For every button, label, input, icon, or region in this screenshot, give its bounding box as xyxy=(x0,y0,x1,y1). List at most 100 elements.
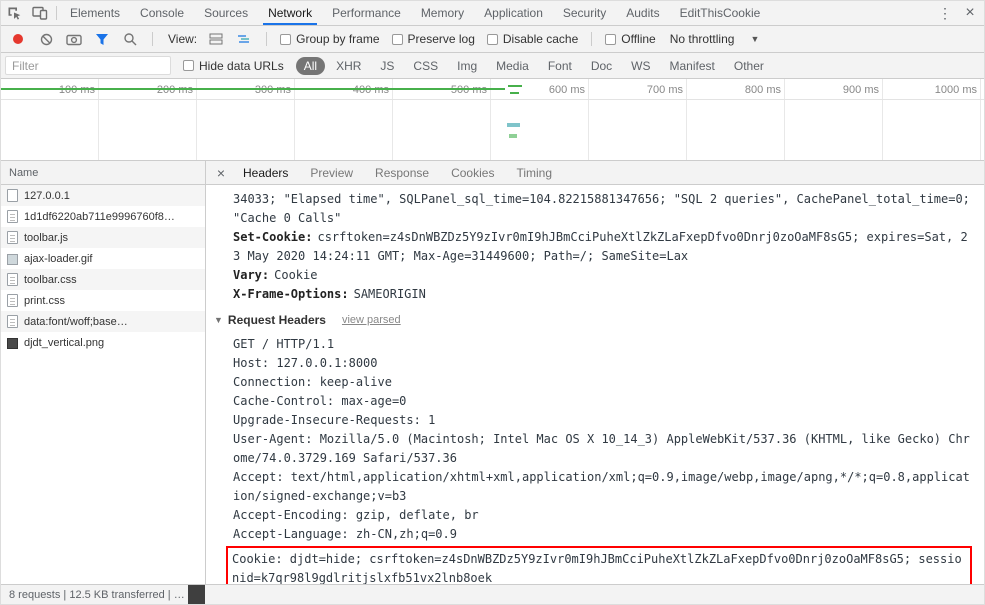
search-button[interactable] xyxy=(121,30,139,48)
devtools-tabbar: Elements Console Sources Network Performance… xyxy=(1,1,984,26)
toolbar-divider xyxy=(591,32,593,46)
large-request-rows-toggle[interactable] xyxy=(207,30,225,48)
header-value: SAMEORIGIN xyxy=(353,287,426,301)
toolbar-checkboxes: Group by frame Preserve log Disable cach… xyxy=(280,32,578,46)
resource-type-filters: All XHR JS CSS Img Media Font Doc WS Manifest Othe… xyxy=(295,56,772,75)
disclosure-triangle-icon[interactable]: ▼ xyxy=(214,311,223,330)
close-devtools-icon[interactable]: × xyxy=(956,4,984,22)
offline-checkbox[interactable]: Offline xyxy=(605,32,656,46)
hide-data-urls-label: Hide data URLs xyxy=(199,58,284,73)
filter-pill[interactable]: Media xyxy=(488,57,537,75)
request-header-line: Accept: text/html,application/xhtml+xml,… xyxy=(233,470,970,503)
throttling-select[interactable]: No throttling ▼ xyxy=(666,32,764,46)
close-details-icon[interactable]: × xyxy=(210,165,232,181)
clear-network-log-button[interactable] xyxy=(37,30,55,48)
network-overview-timeline[interactable]: 100 ms 200 ms 300 ms 400 ms 500 ms 600 ms 700 … xyxy=(1,79,984,161)
checkbox-label: Preserve log xyxy=(407,32,475,46)
request-name: djdt_vertical.png xyxy=(24,336,105,349)
show-overview-toggle[interactable] xyxy=(235,30,253,48)
scrollbar-corner xyxy=(188,585,205,604)
chevron-down-icon: ▼ xyxy=(750,34,760,44)
offline-label: Offline xyxy=(621,32,656,46)
panel-tab[interactable]: Audits xyxy=(616,1,669,25)
panel-tab[interactable]: Security xyxy=(553,1,616,25)
checkbox-icon xyxy=(183,60,194,71)
funnel-icon xyxy=(96,33,108,45)
request-header-line: Cookie: djdt=hide; csrftoken=z4sDnWBZDz5… xyxy=(226,546,972,584)
filter-pill[interactable]: All xyxy=(295,56,326,75)
request-details-pane: × Headers Preview Response Cookies Timing 34… xyxy=(206,161,984,584)
toolbar-checkbox[interactable]: Group by frame xyxy=(280,32,380,46)
checkbox-label: Group by frame xyxy=(296,32,380,46)
filter-pill[interactable]: CSS xyxy=(405,57,446,75)
details-tab[interactable]: Cookies xyxy=(440,161,505,184)
panel-tab[interactable]: Elements xyxy=(60,1,130,25)
resource-type-icon xyxy=(7,210,18,223)
details-tab[interactable]: Preview xyxy=(299,161,364,184)
details-tab-list: Headers Preview Response Cookies Timing xyxy=(232,161,563,184)
panel-tab[interactable]: Memory xyxy=(411,1,474,25)
resource-type-icon xyxy=(7,337,18,349)
request-list: 127.0.0.1 1d1df6220ab711e9996760f8… tool… xyxy=(1,185,205,584)
resource-type-icon xyxy=(7,231,18,244)
resource-type-icon xyxy=(7,294,18,307)
record-network-log-button[interactable] xyxy=(9,30,27,48)
filter-pill[interactable]: WS xyxy=(623,57,658,75)
request-name: print.css xyxy=(24,294,65,307)
filter-pill[interactable]: Other xyxy=(726,57,772,75)
toolbar-checkbox[interactable]: Preserve log xyxy=(391,32,475,46)
request-row[interactable]: 127.0.0.1 xyxy=(1,185,205,206)
header-value: Cookie xyxy=(274,268,318,282)
request-row[interactable]: toolbar.js xyxy=(1,227,205,248)
inspect-cursor-icon xyxy=(8,7,20,20)
details-tab[interactable]: Headers xyxy=(232,161,299,184)
name-column-header[interactable]: Name xyxy=(1,161,205,185)
request-row[interactable]: djdt_vertical.png xyxy=(1,332,205,353)
request-row[interactable]: ajax-loader.gif xyxy=(1,248,205,269)
panel-tab[interactable]: Application xyxy=(474,1,553,25)
throttling-value: No throttling xyxy=(669,32,735,46)
devtools-window: Elements Console Sources Network Performance… xyxy=(0,0,985,605)
overview-request-bar xyxy=(510,92,519,94)
device-toolbar-button[interactable] xyxy=(27,1,53,25)
panel-tab[interactable]: EditThisCookie xyxy=(670,1,771,25)
toolbar-divider xyxy=(56,6,57,20)
headers-content: 34033; "Elapsed time", SQLPanel_sql_time… xyxy=(206,185,984,584)
checkbox-icon xyxy=(486,33,498,45)
checkbox-icon xyxy=(605,33,617,45)
panel-tab[interactable]: Sources xyxy=(194,1,258,25)
network-summary-bar: 8 requests | 12.5 KB transferred | … xyxy=(1,584,984,604)
filter-pill[interactable]: XHR xyxy=(328,57,369,75)
view-parsed-link[interactable]: view parsed xyxy=(342,311,401,330)
filter-input[interactable] xyxy=(5,56,171,75)
toolbar-checkbox[interactable]: Disable cache xyxy=(486,32,578,46)
request-row[interactable]: print.css xyxy=(1,290,205,311)
filter-toggle-button[interactable] xyxy=(93,30,111,48)
filter-pill[interactable]: Doc xyxy=(583,57,620,75)
request-row[interactable]: toolbar.css xyxy=(1,269,205,290)
details-tab[interactable]: Response xyxy=(364,161,440,184)
inspect-element-button[interactable] xyxy=(1,1,27,25)
filter-pill[interactable]: JS xyxy=(372,57,402,75)
more-options-icon[interactable]: ⋮ xyxy=(934,5,956,22)
clear-icon xyxy=(40,33,52,45)
request-row[interactable]: data:font/woff;base… xyxy=(1,311,205,332)
capture-screenshots-button[interactable] xyxy=(65,30,83,48)
hide-data-urls-checkbox[interactable]: Hide data URLs xyxy=(183,59,284,73)
network-main-area: Name 127.0.0.1 1d1df6220ab711e9996760f8…… xyxy=(1,161,984,584)
header-value: 34033; "Elapsed time", SQLPanel_sql_time… xyxy=(233,192,970,225)
request-headers-section-header[interactable]: ▼ Request Headers view parsed xyxy=(214,311,974,330)
filter-pill[interactable]: Manifest xyxy=(662,57,723,75)
device-toolbar-icon xyxy=(32,6,48,20)
header-name: Set-Cookie: xyxy=(233,230,313,244)
details-tab-strip: × Headers Preview Response Cookies Timing xyxy=(206,161,984,185)
filter-pill[interactable]: Font xyxy=(540,57,580,75)
panel-tab[interactable]: Network xyxy=(258,1,322,25)
request-row[interactable]: 1d1df6220ab711e9996760f8… xyxy=(1,206,205,227)
panel-tab[interactable]: Console xyxy=(130,1,194,25)
details-tab[interactable]: Timing xyxy=(505,161,563,184)
timeline-tick-label: 900 ms xyxy=(842,84,879,96)
waterfall-request-bar xyxy=(509,134,517,138)
panel-tab[interactable]: Performance xyxy=(322,1,411,25)
filter-pill[interactable]: Img xyxy=(449,57,485,75)
